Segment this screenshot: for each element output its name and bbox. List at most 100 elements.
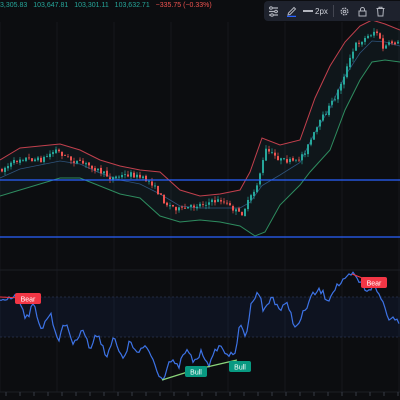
candle-body xyxy=(34,159,36,162)
chart-canvas[interactable]: Bear Bull Bull Bear xyxy=(0,0,400,400)
candle-body xyxy=(91,165,93,169)
candle xyxy=(157,185,159,195)
candle-body xyxy=(226,202,228,204)
candle-body xyxy=(238,208,240,212)
candle-body xyxy=(262,160,264,173)
candle xyxy=(163,194,165,204)
candle-body xyxy=(40,157,42,163)
candle-body xyxy=(253,191,255,197)
candle-body xyxy=(142,176,144,179)
pencil-icon[interactable] xyxy=(282,2,300,20)
candle-body xyxy=(229,203,231,206)
candle-body xyxy=(388,42,390,45)
candle-body xyxy=(94,168,96,171)
candle-body xyxy=(280,158,282,161)
line-width-selector[interactable]: 2px xyxy=(300,2,331,20)
candle-body xyxy=(67,156,69,158)
candle-body xyxy=(223,201,225,203)
candle-body xyxy=(304,153,306,155)
candle-body xyxy=(265,148,267,161)
drawing-settings-icon[interactable] xyxy=(264,2,282,20)
candle-body xyxy=(136,174,138,178)
candle-body xyxy=(349,57,351,68)
candle-body xyxy=(313,132,315,140)
candle-body xyxy=(250,195,252,201)
candle-body xyxy=(247,199,249,210)
candle-body xyxy=(118,176,120,178)
candle-body xyxy=(235,209,237,212)
candle-body xyxy=(166,202,168,206)
candle-body xyxy=(190,204,192,207)
candle-body xyxy=(22,160,24,162)
line-style-icon xyxy=(303,10,313,12)
candle-body xyxy=(175,206,177,211)
toolbar-divider xyxy=(332,5,334,17)
candle-body xyxy=(232,205,234,211)
candle-body xyxy=(100,167,102,174)
candle xyxy=(313,131,315,140)
candle-body xyxy=(196,206,198,209)
candle-body xyxy=(334,99,336,101)
candle xyxy=(187,206,189,209)
candle-body xyxy=(292,158,294,161)
candle-body xyxy=(241,212,243,216)
candle-body xyxy=(391,41,393,44)
candle-body xyxy=(130,172,132,177)
label-text: Bull xyxy=(190,369,202,376)
candle xyxy=(355,41,357,51)
candle-body xyxy=(346,66,348,78)
label-text: Bear xyxy=(367,280,382,287)
candle-body xyxy=(43,156,45,162)
ohlc-value: 103,632.71 xyxy=(114,2,150,9)
candle-body xyxy=(52,152,54,155)
candle-body xyxy=(115,176,117,178)
candle-body xyxy=(61,151,63,156)
delete-icon[interactable] xyxy=(372,2,390,20)
candle-body xyxy=(310,139,312,145)
candle-body xyxy=(322,114,324,121)
settings-icon[interactable] xyxy=(336,2,354,20)
candle-body xyxy=(301,154,303,161)
candle-body xyxy=(97,168,99,171)
candle-body xyxy=(328,105,330,116)
candle-body xyxy=(76,160,78,164)
candle xyxy=(262,157,264,176)
candle-body xyxy=(13,159,15,164)
candle-body xyxy=(73,161,75,163)
candle-body xyxy=(220,200,222,202)
candle-body xyxy=(160,193,162,195)
candle-body xyxy=(127,174,129,177)
candle-body xyxy=(28,157,30,159)
candle-body xyxy=(31,158,33,161)
candle-body xyxy=(106,170,108,177)
candle-body xyxy=(85,163,87,165)
candle-body xyxy=(358,42,360,44)
candle-body xyxy=(25,157,27,161)
candle-body xyxy=(298,159,300,161)
candle-body xyxy=(58,149,60,152)
candle-body xyxy=(340,83,342,91)
candle-body xyxy=(307,144,309,155)
ohlc-value: 103,647.81 xyxy=(33,2,69,9)
time-axis[interactable] xyxy=(0,391,400,396)
candle-body xyxy=(64,155,66,156)
candle-body xyxy=(274,152,276,156)
candle-body xyxy=(244,208,246,217)
candle-body xyxy=(289,158,291,163)
candle-body xyxy=(208,202,210,205)
candle-body xyxy=(361,41,363,45)
candle-body xyxy=(55,149,57,153)
candle-body xyxy=(10,162,12,167)
candle-body xyxy=(178,207,180,211)
ohlc-change: −335.75 (−0.33%) xyxy=(155,2,212,9)
lock-icon[interactable] xyxy=(354,2,372,20)
candle-body xyxy=(286,159,288,163)
candle-body xyxy=(379,33,381,39)
candle-body xyxy=(124,174,126,176)
candle-body xyxy=(367,35,369,39)
candle-body xyxy=(121,174,123,178)
candle-body xyxy=(187,206,189,209)
candle-body xyxy=(376,31,378,34)
candle-body xyxy=(7,166,9,169)
candle xyxy=(379,32,381,40)
